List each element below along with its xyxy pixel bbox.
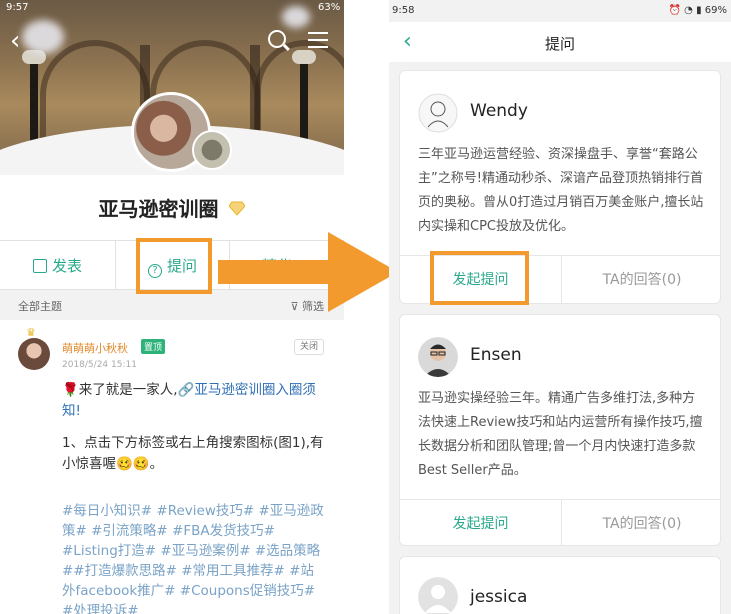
author-avatar[interactable]: [18, 338, 50, 370]
tab-post[interactable]: 发表: [33, 241, 82, 291]
back-icon[interactable]: ‹: [10, 28, 20, 54]
close-button[interactable]: 关闭: [294, 339, 324, 355]
expert-bio: 亚马逊实操经验三年。精通广告多维打法,多种方法快速上Review技巧和站内运营所…: [418, 391, 703, 478]
post-tags[interactable]: #每日小知识# #Review技巧# #亚马逊政策# #引流策略# #FBA发货…: [62, 501, 327, 614]
battery-level: 69%: [704, 5, 727, 16]
status-time: 9:58: [392, 5, 415, 16]
highlight-box: [136, 238, 212, 294]
ask-question-screen: 9:58 ⏰ ◔ ▮ 69% ‹ 提问 Wendy 三年亚马逊运营经验、资深操盘…: [389, 0, 731, 614]
post-time: 2018/5/24 15:11: [62, 360, 137, 370]
expert-name: Ensen: [470, 345, 522, 365]
crown-icon: ♛: [26, 326, 36, 339]
nav-header: ‹ 提问: [389, 22, 731, 62]
post-content: 🌹来了就是一家人,🔗亚马逊密训圈入圈须知! 1、点击下方标签或右上角搜索图标(图…: [62, 380, 324, 486]
arrow-icon: [218, 232, 398, 312]
avatar[interactable]: [418, 577, 458, 614]
expert-name: Wendy: [470, 101, 528, 121]
ask-question-button[interactable]: 发起提问: [400, 500, 561, 545]
diamond-icon: [229, 201, 246, 216]
edit-icon: [33, 259, 47, 273]
menu-icon[interactable]: [308, 32, 328, 48]
expert-card: jessica: [399, 556, 721, 614]
search-icon[interactable]: [268, 30, 286, 48]
highlight-box: [430, 251, 529, 305]
expert-card: Ensen 亚马逊实操经验三年。精通广告多维打法,多种方法快速上Review技巧…: [399, 314, 721, 546]
pinned-badge: 置顶: [141, 339, 166, 354]
avatar[interactable]: [418, 93, 458, 133]
answers-button[interactable]: TA的回答(0): [561, 256, 720, 303]
owner-avatar[interactable]: [192, 130, 232, 170]
circle-title: 亚马逊密训圈: [0, 193, 344, 222]
author-name[interactable]: 萌萌萌小秋秋: [62, 340, 128, 356]
avatar[interactable]: [418, 337, 458, 377]
post-paragraph: 1、点击下方标签或右上角搜索图标(图1),有小惊喜喔🥴🥴。: [62, 435, 324, 472]
expert-bio: 三年亚马逊运营经验、资深操盘手、享誉“套路公主”之称号!精通动秒杀、深谙产品登顶…: [418, 147, 704, 234]
status-bar: 9:58 ⏰ ◔ ▮ 69%: [392, 5, 727, 16]
page-title: 提问: [544, 35, 575, 53]
pinned-post[interactable]: ♛ 萌萌萌小秋秋 置顶 2018/5/24 15:11 关闭 🌹来了就是一家人,…: [0, 320, 344, 614]
answers-button[interactable]: TA的回答(0): [561, 500, 720, 545]
status-time: 9:57: [6, 2, 29, 13]
expert-name: jessica: [470, 587, 528, 607]
all-topics-label: 全部主题: [18, 300, 62, 313]
battery-level: 63%: [318, 2, 341, 13]
